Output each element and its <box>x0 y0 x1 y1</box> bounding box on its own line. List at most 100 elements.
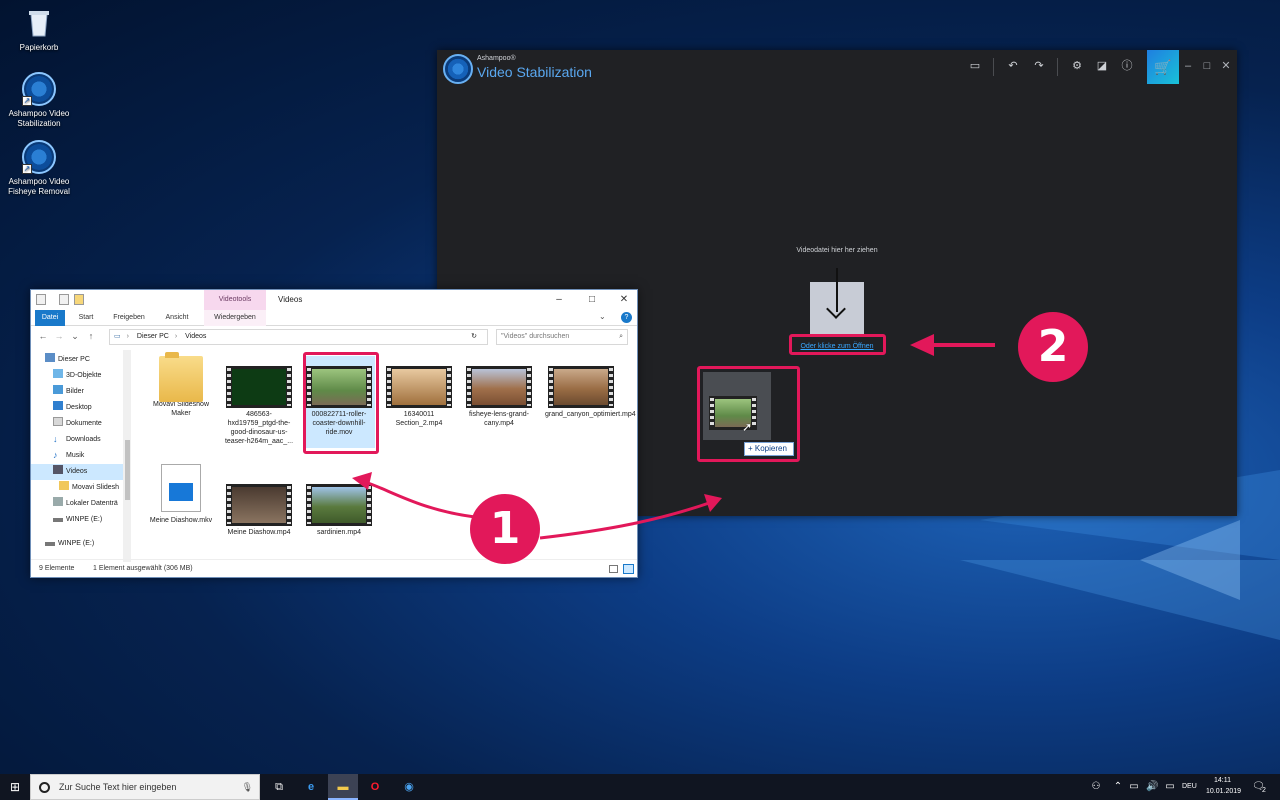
videos-icon <box>53 465 63 474</box>
ribbon-expand-icon[interactable]: ⌄ <box>599 312 606 321</box>
download-arrow-icon: ↓ <box>53 434 58 444</box>
taskbar-search-placeholder: Zur Suche Text hier eingeben <box>59 782 177 792</box>
breadcrumb-item[interactable]: Videos <box>185 333 206 340</box>
videotools-context-tab: Videotools <box>204 290 266 310</box>
large-icons-view-icon[interactable] <box>623 564 634 574</box>
file-item-video[interactable]: grand_canyon_optimiert.mp4 <box>545 366 636 419</box>
nav-label: Bilder <box>66 388 84 395</box>
theme-icon[interactable]: ◪ <box>1094 58 1110 74</box>
undo-icon[interactable]: ↶ <box>1005 58 1021 74</box>
toolbar-divider <box>993 58 994 76</box>
file-name: Meine Diashow.mkv <box>149 517 213 524</box>
nav-item-videos[interactable]: Videos <box>31 464 123 480</box>
toolbar-divider <box>1057 58 1058 76</box>
open-folder-icon[interactable]: ▭ <box>967 58 983 74</box>
desktop-icon-fisheye-removal[interactable]: ↗ Ashampoo Video Fisheye Removal <box>8 140 70 197</box>
taskbar-search-input[interactable]: Zur Suche Text hier eingeben 🎙 <box>30 774 260 800</box>
tab-ansicht[interactable]: Ansicht <box>159 310 195 326</box>
desktop-icon-recycle-bin[interactable]: Papierkorb <box>8 6 70 53</box>
nav-label: Dokumente <box>66 420 102 427</box>
cortana-icon <box>39 782 50 793</box>
tab-start[interactable]: Start <box>71 310 101 326</box>
explorer-titlebar: Videotools Videos – □ ✕ <box>31 290 637 310</box>
settings-gear-icon[interactable]: ⚙ <box>1069 58 1085 74</box>
nav-label: Desktop <box>66 404 92 411</box>
nav-item-dieser-pc[interactable]: Dieser PC <box>31 352 123 368</box>
close-button[interactable]: ✕ <box>614 293 634 307</box>
up-arrow-icon[interactable]: ↑ <box>85 331 97 341</box>
file-item-video[interactable]: 16340011 Section_2.mp4 <box>383 366 455 428</box>
file-explorer-taskbar-icon[interactable]: ▬ <box>328 774 358 800</box>
back-arrow-icon[interactable]: ← <box>37 331 49 341</box>
nav-item-dokumente[interactable]: Dokumente <box>31 416 123 432</box>
file-item-folder[interactable]: Movavi Slideshow Maker <box>145 352 217 418</box>
nav-item-winpe-root[interactable]: WINPE (E:) <box>31 536 123 552</box>
file-name: grand_canyon_optimiert.mp4 <box>545 411 636 418</box>
recent-locations-icon[interactable]: ⌄ <box>69 331 81 342</box>
maximize-button[interactable]: □ <box>1200 58 1214 74</box>
microphone-icon[interactable]: 🎙 <box>242 775 253 799</box>
file-item-video[interactable]: sardinien.mp4 <box>303 484 375 537</box>
volume-icon[interactable]: 🔊 <box>1146 781 1158 793</box>
tab-wiedergeben[interactable]: Wiedergeben <box>204 310 266 326</box>
ashampoo-taskbar-icon[interactable]: ◉ <box>394 774 424 800</box>
info-icon[interactable]: ⓘ <box>1119 58 1135 74</box>
network-icon[interactable]: ▭ <box>1128 781 1140 793</box>
file-item-video[interactable]: Meine Diashow.mkv <box>145 464 217 525</box>
task-view-icon[interactable]: ⧉ <box>264 774 294 800</box>
nav-item-downloads[interactable]: ↓ Downloads <box>31 432 123 448</box>
shortcut-arrow-icon: ↗ <box>22 164 32 174</box>
desktop-icon-video-stabilization[interactable]: ↗ Ashampoo Video Stabilization <box>8 72 70 129</box>
video-thumbnail <box>386 366 452 408</box>
maximize-button[interactable]: □ <box>582 293 602 307</box>
nav-item-movavi[interactable]: Movavi Slidesh <box>31 480 123 496</box>
people-icon[interactable]: ⚇ <box>1090 781 1102 793</box>
edge-browser-icon[interactable]: e <box>296 774 326 800</box>
file-name: Movavi Slideshow Maker <box>152 401 210 417</box>
minimize-button[interactable]: – <box>1181 58 1195 74</box>
tab-freigeben[interactable]: Freigeben <box>107 310 151 326</box>
clock-time[interactable]: 14:11 <box>1214 777 1231 784</box>
folder-icon <box>59 481 69 490</box>
nav-item-desktop[interactable]: Desktop <box>31 400 123 416</box>
movie-file-icon <box>161 464 201 512</box>
video-thumbnail <box>306 484 372 526</box>
explorer-app-icon <box>36 294 46 305</box>
redo-icon[interactable]: ↷ <box>1031 58 1047 74</box>
nav-item-winpe[interactable]: WINPE (E:) <box>31 512 123 528</box>
details-view-icon[interactable] <box>609 565 618 573</box>
shopping-cart-icon[interactable]: 🛒 <box>1147 50 1179 84</box>
nav-item-lokaler-datentraeger[interactable]: Lokaler Datenträ <box>31 496 123 512</box>
minimize-button[interactable]: – <box>549 293 569 307</box>
search-input[interactable]: "Videos" durchsuchen ⌕ <box>496 329 628 345</box>
battery-icon[interactable]: ▭ <box>1164 781 1176 793</box>
nav-item-musik[interactable]: ♪ Musik <box>31 448 123 464</box>
refresh-icon[interactable]: ↻ <box>471 330 477 344</box>
breadcrumb-item[interactable]: Dieser PC <box>137 333 169 340</box>
clock-date[interactable]: 10.01.2019 <box>1206 788 1241 795</box>
file-item-video[interactable]: Meine Diashow.mp4 <box>223 484 295 537</box>
file-list: Movavi Slideshow Maker 486563-hxd19759_p… <box>131 348 636 560</box>
tray-chevron-icon[interactable]: ⌃ <box>1112 781 1124 793</box>
file-item-video[interactable]: 486563-hxd19759_ptgd-the-good-dinosaur-u… <box>223 366 295 446</box>
tab-datei[interactable]: Datei <box>35 310 65 326</box>
opera-browser-icon[interactable]: O <box>360 774 390 800</box>
windows-start-icon[interactable]: ⊞ <box>0 774 30 800</box>
file-item-video[interactable]: fisheye-lens-grand-cany.mp4 <box>463 366 535 428</box>
nav-item-bilder[interactable]: Bilder <box>31 384 123 400</box>
new-folder-icon[interactable] <box>74 294 84 305</box>
forward-arrow-icon[interactable]: → <box>53 331 65 341</box>
nav-label: Musik <box>66 452 85 459</box>
drop-zone-arrow-icon[interactable] <box>810 268 864 334</box>
ashampoo-logo-icon <box>443 54 473 84</box>
help-icon[interactable]: ? <box>621 312 632 323</box>
nav-scrollbar-thumb[interactable] <box>125 440 130 500</box>
properties-icon[interactable] <box>59 294 69 305</box>
address-bar[interactable]: ▭ › Dieser PC › Videos ↻ <box>109 329 488 345</box>
close-button[interactable]: ✕ <box>1219 58 1233 74</box>
nav-item-3d-objekte[interactable]: 3D-Objekte <box>31 368 123 384</box>
address-bar-row: ← → ⌄ ↑ ▭ › Dieser PC › Videos ↻ "Videos" … <box>31 326 637 348</box>
search-icon: ⌕ <box>619 333 623 340</box>
pictures-icon <box>53 385 63 394</box>
language-indicator[interactable]: DEU <box>1182 783 1197 790</box>
